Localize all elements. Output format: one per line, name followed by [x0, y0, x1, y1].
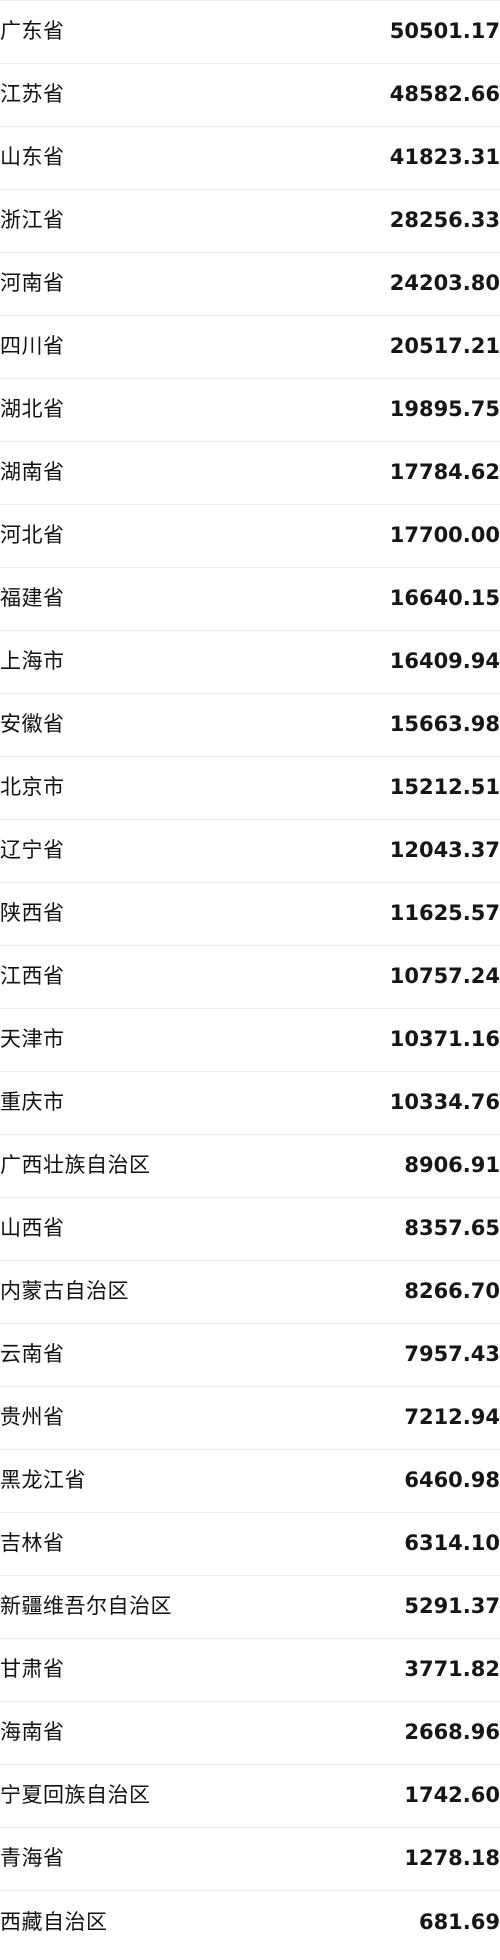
region-name-cell: 新疆维吾尔自治区 [0, 1575, 250, 1639]
region-name-cell: 北京市 [0, 756, 250, 820]
table-row[interactable]: 吉林省 6314.10 [0, 1512, 500, 1576]
region-name-cell: 浙江省 [0, 189, 250, 253]
region-name-cell: 广东省 [0, 0, 250, 64]
table-row[interactable]: 四川省 20517.21 [0, 315, 500, 379]
region-name-cell: 上海市 [0, 630, 250, 694]
region-name-cell: 湖北省 [0, 378, 250, 442]
region-name-cell: 内蒙古自治区 [0, 1260, 250, 1324]
table-row[interactable]: 福建省 16640.15 [0, 567, 500, 631]
region-value-cell: 2668.96 [250, 1701, 500, 1765]
table-row[interactable]: 北京市 15212.51 [0, 756, 500, 820]
region-name-cell: 黑龙江省 [0, 1449, 250, 1513]
table-row[interactable]: 山东省 41823.31 [0, 126, 500, 190]
region-name-cell: 江西省 [0, 945, 250, 1009]
region-value-cell: 28256.33 [250, 189, 500, 253]
table-row[interactable]: 重庆市 10334.76 [0, 1071, 500, 1135]
region-name-cell: 福建省 [0, 567, 250, 631]
region-value-cell: 1278.18 [250, 1827, 500, 1891]
table-row[interactable]: 甘肃省 3771.82 [0, 1638, 500, 1702]
region-value-cell: 7212.94 [250, 1386, 500, 1450]
region-value-cell: 15212.51 [250, 756, 500, 820]
region-name-cell: 广西壮族自治区 [0, 1134, 250, 1198]
table-row[interactable]: 广东省 50501.17 [0, 0, 500, 64]
region-name-cell: 陕西省 [0, 882, 250, 946]
table-row[interactable]: 宁夏回族自治区 1742.60 [0, 1764, 500, 1828]
table-row[interactable]: 新疆维吾尔自治区 5291.37 [0, 1575, 500, 1639]
region-value-cell: 8357.65 [250, 1197, 500, 1261]
region-name-cell: 海南省 [0, 1701, 250, 1765]
region-value-cell: 48582.66 [250, 63, 500, 127]
table-row[interactable]: 西藏自治区 681.69 [0, 1890, 500, 1954]
region-value-cell: 50501.17 [250, 0, 500, 64]
region-name-cell: 吉林省 [0, 1512, 250, 1576]
region-value-cell: 1742.60 [250, 1764, 500, 1828]
region-name-cell: 山东省 [0, 126, 250, 190]
region-value-cell: 6460.98 [250, 1449, 500, 1513]
table-row[interactable]: 广西壮族自治区 8906.91 [0, 1134, 500, 1198]
region-value-cell: 10371.16 [250, 1008, 500, 1072]
region-name-cell: 贵州省 [0, 1386, 250, 1450]
table-row[interactable]: 陕西省 11625.57 [0, 882, 500, 946]
table-row[interactable]: 贵州省 7212.94 [0, 1386, 500, 1450]
region-value-cell: 10757.24 [250, 945, 500, 1009]
table-row[interactable]: 黑龙江省 6460.98 [0, 1449, 500, 1513]
region-value-cell: 20517.21 [250, 315, 500, 379]
region-value-cell: 3771.82 [250, 1638, 500, 1702]
region-name-cell: 甘肃省 [0, 1638, 250, 1702]
table-row[interactable]: 湖北省 19895.75 [0, 378, 500, 442]
table-row[interactable]: 天津市 10371.16 [0, 1008, 500, 1072]
region-value-cell: 41823.31 [250, 126, 500, 190]
region-value-cell: 8906.91 [250, 1134, 500, 1198]
region-name-cell: 河北省 [0, 504, 250, 568]
region-name-cell: 湖南省 [0, 441, 250, 505]
region-value-cell: 10334.76 [250, 1071, 500, 1135]
table-row[interactable]: 海南省 2668.96 [0, 1701, 500, 1765]
region-value-cell: 24203.80 [250, 252, 500, 316]
table-row[interactable]: 安徽省 15663.98 [0, 693, 500, 757]
region-name-cell: 西藏自治区 [0, 1890, 250, 1954]
region-value-cell: 16640.15 [250, 567, 500, 631]
table-row[interactable]: 江西省 10757.24 [0, 945, 500, 1009]
table-row[interactable]: 山西省 8357.65 [0, 1197, 500, 1261]
table-row[interactable]: 江苏省 48582.66 [0, 63, 500, 127]
table-row[interactable]: 青海省 1278.18 [0, 1827, 500, 1891]
region-name-cell: 重庆市 [0, 1071, 250, 1135]
region-value-cell: 19895.75 [250, 378, 500, 442]
region-name-cell: 宁夏回族自治区 [0, 1764, 250, 1828]
region-value-table: 广东省 50501.17 江苏省 48582.66 山东省 41823.31 浙江省 2825… [0, 0, 500, 1954]
table-row[interactable]: 浙江省 28256.33 [0, 189, 500, 253]
table-row[interactable]: 河南省 24203.80 [0, 252, 500, 316]
region-value-cell: 8266.70 [250, 1260, 500, 1324]
region-value-cell: 16409.94 [250, 630, 500, 694]
region-value-cell: 17784.62 [250, 441, 500, 505]
region-value-cell: 7957.43 [250, 1323, 500, 1387]
table-row[interactable]: 河北省 17700.00 [0, 504, 500, 568]
region-value-cell: 11625.57 [250, 882, 500, 946]
region-value-cell: 17700.00 [250, 504, 500, 568]
region-name-cell: 山西省 [0, 1197, 250, 1261]
region-name-cell: 青海省 [0, 1827, 250, 1891]
region-name-cell: 云南省 [0, 1323, 250, 1387]
region-name-cell: 河南省 [0, 252, 250, 316]
table-body: 广东省 50501.17 江苏省 48582.66 山东省 41823.31 浙江省 2825… [0, 0, 500, 1954]
table-row[interactable]: 湖南省 17784.62 [0, 441, 500, 505]
table-row[interactable]: 内蒙古自治区 8266.70 [0, 1260, 500, 1324]
region-name-cell: 江苏省 [0, 63, 250, 127]
region-name-cell: 天津市 [0, 1008, 250, 1072]
region-value-cell: 6314.10 [250, 1512, 500, 1576]
region-value-cell: 15663.98 [250, 693, 500, 757]
table-row[interactable]: 上海市 16409.94 [0, 630, 500, 694]
table-row[interactable]: 云南省 7957.43 [0, 1323, 500, 1387]
region-value-cell: 681.69 [250, 1890, 500, 1954]
table-row[interactable]: 辽宁省 12043.37 [0, 819, 500, 883]
region-name-cell: 辽宁省 [0, 819, 250, 883]
region-value-cell: 12043.37 [250, 819, 500, 883]
region-value-cell: 5291.37 [250, 1575, 500, 1639]
region-name-cell: 安徽省 [0, 693, 250, 757]
region-name-cell: 四川省 [0, 315, 250, 379]
